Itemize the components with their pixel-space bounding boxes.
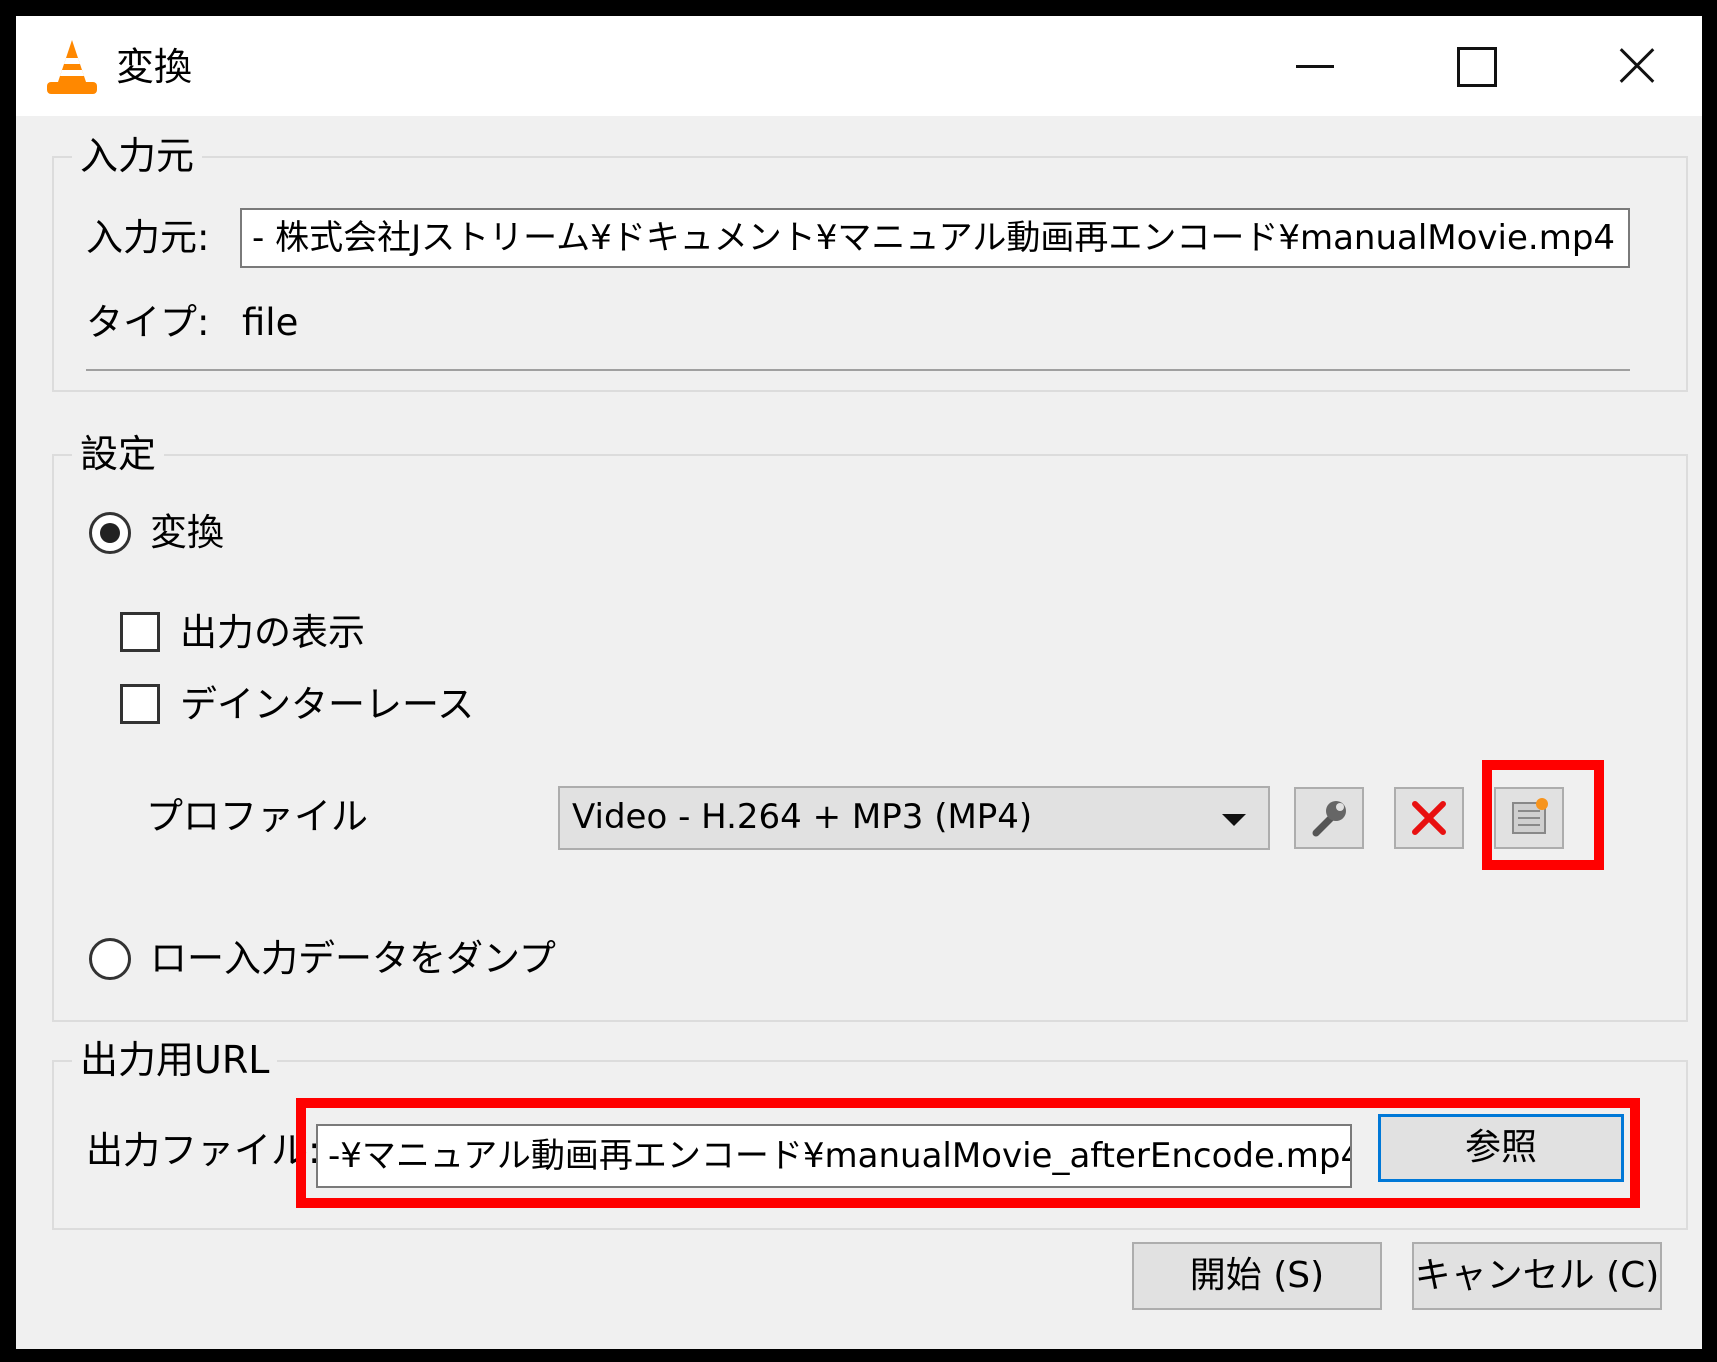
type-label: タイプ: xyxy=(86,301,210,344)
show-output-label[interactable]: 出力の表示 xyxy=(180,608,365,658)
chevron-down-icon xyxy=(1222,814,1246,826)
convert-label[interactable]: 変換 xyxy=(150,508,224,558)
new-profile-highlight xyxy=(1482,760,1604,870)
delete-x-icon xyxy=(1412,801,1446,835)
profile-select-value: Video - H.264 + MP3 (MP4) xyxy=(572,797,1033,837)
convert-radio[interactable] xyxy=(89,512,131,554)
edit-profile-button[interactable] xyxy=(1294,787,1364,849)
source-label: 入力元: xyxy=(86,216,210,259)
source-group xyxy=(52,156,1688,392)
cancel-button[interactable]: キャンセル (C) xyxy=(1412,1242,1662,1310)
window-title: 変換 xyxy=(116,45,193,89)
delete-profile-button[interactable] xyxy=(1394,787,1464,849)
dump-raw-radio[interactable] xyxy=(89,938,131,980)
output-highlight xyxy=(296,1098,1640,1208)
vlc-cone-icon xyxy=(47,40,97,94)
deinterlace-label[interactable]: デインターレース xyxy=(180,680,474,730)
type-value: file xyxy=(242,301,299,344)
destination-group-label: 出力用URL xyxy=(72,1034,278,1086)
settings-group-label: 設定 xyxy=(72,428,165,480)
convert-dialog: 変換 入力元 入力元: - 株式会社Jストリーム¥ドキュメント¥マニュアル動画再… xyxy=(16,16,1702,1349)
maximize-button[interactable] xyxy=(1400,16,1550,116)
wrench-icon xyxy=(1312,801,1346,837)
source-input[interactable]: - 株式会社Jストリーム¥ドキュメント¥マニュアル動画再エンコード¥manual… xyxy=(240,208,1630,268)
dump-raw-label[interactable]: ロー入力データをダンプ xyxy=(150,934,556,984)
profile-select[interactable]: Video - H.264 + MP3 (MP4) xyxy=(558,786,1270,850)
deinterlace-checkbox[interactable] xyxy=(120,684,160,724)
source-divider xyxy=(86,369,1630,371)
show-output-checkbox[interactable] xyxy=(120,612,160,652)
source-group-label: 入力元 xyxy=(72,130,203,182)
title-bar: 変換 xyxy=(16,16,1702,116)
output-file-label: 出力ファイル: xyxy=(86,1129,321,1172)
minimize-button[interactable] xyxy=(1239,16,1389,116)
close-button[interactable] xyxy=(1560,16,1702,116)
profile-label: プロファイル xyxy=(146,795,368,838)
start-button[interactable]: 開始 (S) xyxy=(1132,1242,1382,1310)
